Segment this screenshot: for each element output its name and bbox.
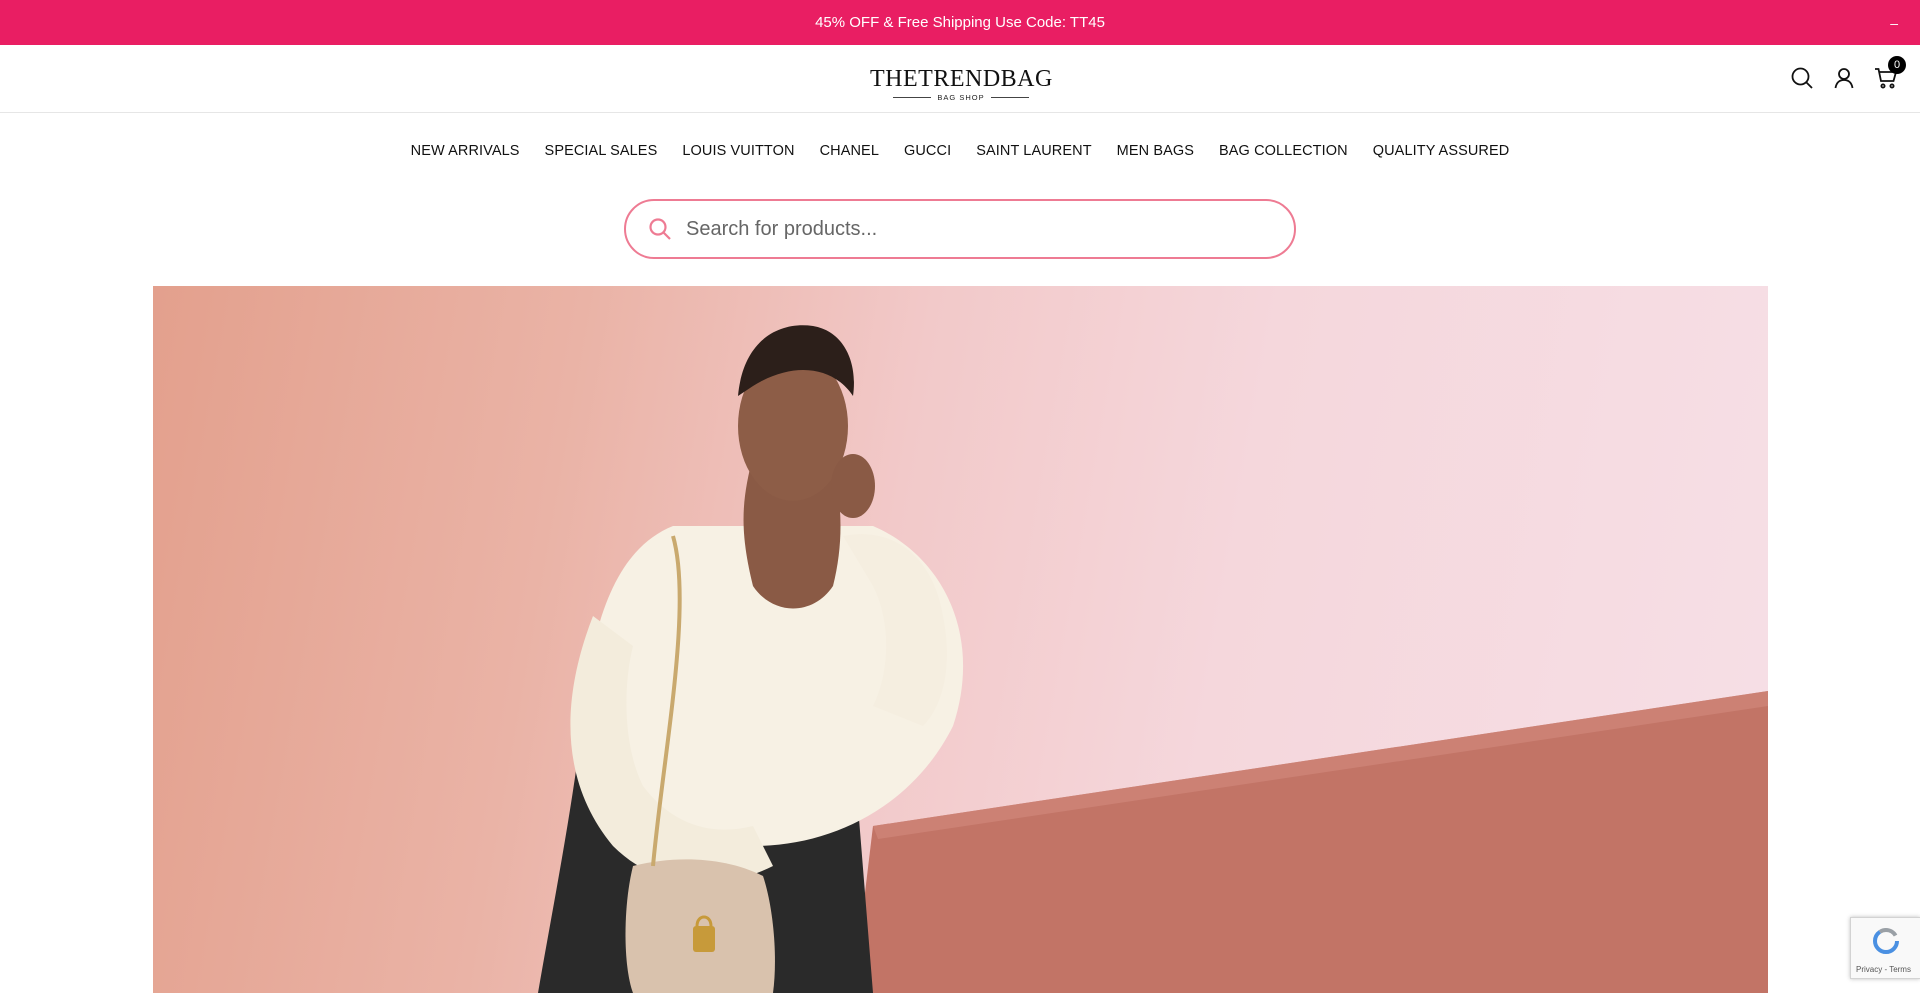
- announcement-close-button[interactable]: –: [1890, 16, 1898, 30]
- nav-item-new-arrivals[interactable]: NEW ARRIVALS: [411, 143, 520, 159]
- search-input[interactable]: [686, 217, 1246, 241]
- logo-rule-right: [990, 97, 1029, 98]
- nav-item-chanel[interactable]: CHANEL: [820, 143, 879, 159]
- nav-item-men-bags[interactable]: MEN BAGS: [1117, 143, 1194, 159]
- logo-wordmark: THETRENDBAG: [870, 66, 1053, 92]
- announcement-text: 45% OFF & Free Shipping Use Code: TT45: [815, 14, 1105, 31]
- site-logo[interactable]: THETRENDBAG BAG SHOP: [870, 67, 1052, 102]
- cart-count-badge: 0: [1888, 56, 1906, 74]
- recaptcha-badge[interactable]: Privacy - Terms: [1850, 917, 1920, 979]
- announcement-bar: 45% OFF & Free Shipping Use Code: TT45 –: [0, 0, 1920, 45]
- recaptcha-links[interactable]: Privacy - Terms: [1856, 965, 1911, 974]
- nav-item-gucci[interactable]: GUCCI: [904, 143, 951, 159]
- search-input-icon: [648, 217, 672, 241]
- nav-item-special-sales[interactable]: SPECIAL SALES: [545, 143, 658, 159]
- nav-item-louis-vuitton[interactable]: LOUIS VUITTON: [682, 143, 794, 159]
- logo-tagline-text: BAG SHOP: [937, 93, 985, 102]
- site-header: THETRENDBAG BAG SHOP 0: [0, 45, 1920, 113]
- recaptcha-icon: [1873, 928, 1899, 954]
- logo-rule-left: [893, 97, 932, 98]
- search-icon[interactable]: [1790, 66, 1814, 90]
- main-nav: NEW ARRIVALS SPECIAL SALES LOUIS VUITTON…: [0, 143, 1920, 159]
- header-icons: 0: [1790, 56, 1906, 90]
- nav-item-saint-laurent[interactable]: SAINT LAURENT: [976, 143, 1091, 159]
- account-icon[interactable]: [1832, 66, 1856, 90]
- nav-item-quality-assured[interactable]: QUALITY ASSURED: [1373, 143, 1510, 159]
- product-search-bar: [624, 199, 1296, 259]
- nav-item-bag-collection[interactable]: BAG COLLECTION: [1219, 143, 1348, 159]
- hero-banner[interactable]: [153, 286, 1768, 993]
- hero-image: [538, 325, 1768, 993]
- logo-tagline: BAG SHOP: [870, 93, 1052, 102]
- cart-button[interactable]: 0: [1874, 56, 1906, 90]
